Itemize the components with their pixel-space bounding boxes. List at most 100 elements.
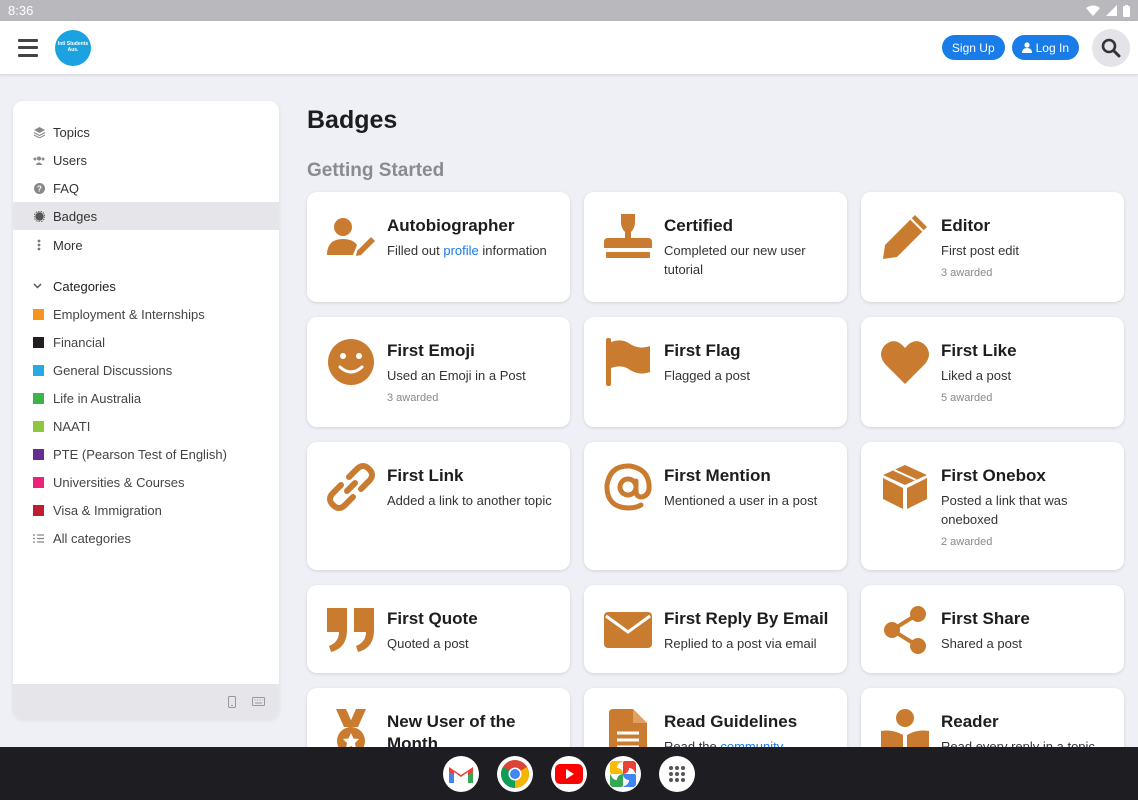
chevron-down-icon bbox=[33, 281, 45, 292]
badge-name: Autobiographer bbox=[387, 216, 515, 235]
all-categories-link[interactable]: All categories bbox=[13, 524, 279, 552]
category-color-swatch bbox=[33, 448, 44, 460]
sidebar-item-more[interactable]: More bbox=[13, 230, 279, 260]
badge-description: Used an Emoji in a Post bbox=[387, 368, 526, 383]
login-label: Log In bbox=[1035, 40, 1069, 55]
badge-description: First post edit bbox=[941, 243, 1020, 258]
badge-card-certified[interactable]: Certified Completed our new user tutoria… bbox=[584, 192, 847, 302]
youtube-icon[interactable] bbox=[551, 755, 587, 792]
badge-card-first-emoji[interactable]: First Emoji Used an Emoji in a Post 3 aw… bbox=[307, 317, 570, 427]
status-bar: 8:36 bbox=[0, 0, 1138, 21]
cube-icon bbox=[880, 462, 930, 512]
badge-card-first-like[interactable]: First Like Liked a post 5 awarded bbox=[861, 317, 1124, 427]
category-financial[interactable]: Financial bbox=[13, 328, 279, 356]
category-label: Financial bbox=[53, 334, 106, 350]
pencil-icon bbox=[880, 212, 930, 262]
category-color-swatch bbox=[33, 392, 44, 404]
badge-name: Editor bbox=[941, 216, 991, 235]
sidebar-item-users[interactable]: Users bbox=[13, 146, 279, 174]
sidebar-item-topics[interactable]: Topics bbox=[13, 118, 279, 146]
badge-card-first-reply-email[interactable]: First Reply By Email Replied to a post v… bbox=[584, 585, 847, 673]
kebab-icon bbox=[33, 239, 45, 251]
badge-name: First Like bbox=[941, 341, 1017, 360]
category-pte[interactable]: PTE (Pearson Test of English) bbox=[13, 440, 279, 468]
category-color-swatch bbox=[33, 476, 44, 488]
sidebar-item-label: Users bbox=[53, 152, 87, 168]
badge-description: Replied to a post via email bbox=[664, 636, 817, 651]
badge-description: Flagged a post bbox=[664, 368, 751, 383]
awarded-count: 5 awarded bbox=[941, 392, 993, 404]
badge-name: Read Guidelines bbox=[664, 712, 798, 731]
logo-text: Intl Students Aus. bbox=[57, 41, 89, 53]
all-categories-label: All categories bbox=[53, 530, 132, 546]
search-button[interactable] bbox=[1092, 28, 1130, 67]
category-color-swatch bbox=[33, 364, 44, 376]
badge-card-first-link[interactable]: First Link Added a link to another topic bbox=[307, 442, 570, 570]
awarded-count: 3 awarded bbox=[387, 392, 439, 404]
flag-icon bbox=[603, 337, 653, 387]
badge-card-first-share[interactable]: First Share Shared a post bbox=[861, 585, 1124, 673]
category-employment[interactable]: Employment & Internships bbox=[13, 300, 279, 328]
category-life-in-australia[interactable]: Life in Australia bbox=[13, 384, 279, 412]
gmail-icon[interactable] bbox=[443, 755, 479, 792]
badge-name: First Reply By Email bbox=[664, 609, 829, 628]
badge-name: First Share bbox=[941, 609, 1030, 628]
sidebar-footer bbox=[13, 684, 279, 719]
category-label: Visa & Immigration bbox=[53, 502, 162, 518]
sidebar-item-faq[interactable]: ? FAQ bbox=[13, 174, 279, 202]
badge-card-first-onebox[interactable]: First Onebox Posted a link that was oneb… bbox=[861, 442, 1124, 570]
badge-name: First Flag bbox=[664, 341, 741, 360]
system-icons bbox=[1086, 4, 1130, 17]
login-button[interactable]: Log In bbox=[1011, 35, 1079, 60]
badge-icon bbox=[33, 210, 45, 222]
sidebar-item-label: Topics bbox=[53, 124, 90, 140]
sidebar-item-badges[interactable]: Badges bbox=[13, 202, 279, 230]
badge-description: Completed our new user tutorial bbox=[664, 243, 806, 277]
badge-description: Filled out profile information bbox=[387, 243, 547, 258]
badge-name: First Link bbox=[387, 466, 464, 485]
categories-header[interactable]: Categories bbox=[13, 272, 279, 300]
category-label: Life in Australia bbox=[53, 390, 142, 406]
category-color-swatch bbox=[33, 336, 44, 348]
badge-card-editor[interactable]: Editor First post edit 3 awarded bbox=[861, 192, 1124, 302]
badge-description: Quoted a post bbox=[387, 636, 469, 651]
search-icon bbox=[1101, 38, 1121, 57]
category-label: General Discussions bbox=[53, 362, 173, 378]
category-color-swatch bbox=[33, 420, 44, 432]
sidebar-item-label: FAQ bbox=[53, 180, 80, 196]
badge-name: First Quote bbox=[387, 609, 478, 628]
site-header: Intl Students Aus. Sign Up Log In bbox=[0, 21, 1138, 75]
user-edit-icon bbox=[326, 212, 376, 262]
profile-link[interactable]: profile bbox=[443, 243, 478, 258]
link-icon bbox=[326, 462, 376, 512]
badge-card-first-flag[interactable]: First Flag Flagged a post bbox=[584, 317, 847, 427]
signup-label: Sign Up bbox=[951, 40, 995, 55]
wifi-icon bbox=[1086, 5, 1100, 16]
smiley-icon bbox=[326, 337, 376, 387]
category-naati[interactable]: NAATI bbox=[13, 412, 279, 440]
category-color-swatch bbox=[33, 308, 44, 320]
header-actions: Sign Up Log In bbox=[941, 28, 1130, 67]
category-label: Employment & Internships bbox=[53, 306, 205, 322]
keyboard-icon[interactable] bbox=[252, 697, 265, 706]
category-visa[interactable]: Visa & Immigration bbox=[13, 496, 279, 524]
awarded-count: 2 awarded bbox=[941, 536, 993, 548]
badge-card-first-quote[interactable]: First Quote Quoted a post bbox=[307, 585, 570, 673]
signup-button[interactable]: Sign Up bbox=[941, 35, 1005, 60]
mobile-icon[interactable] bbox=[228, 695, 236, 708]
users-icon bbox=[33, 156, 45, 165]
hamburger-menu-icon[interactable] bbox=[18, 38, 38, 57]
quote-icon bbox=[326, 605, 376, 655]
photos-icon[interactable] bbox=[605, 755, 641, 792]
site-logo[interactable]: Intl Students Aus. bbox=[55, 29, 91, 66]
app-drawer-icon[interactable] bbox=[659, 755, 695, 792]
badge-card-first-mention[interactable]: First Mention Mentioned a user in a post bbox=[584, 442, 847, 570]
share-icon bbox=[880, 605, 930, 655]
badge-description: Liked a post bbox=[941, 368, 1012, 383]
heart-icon bbox=[880, 337, 930, 387]
chrome-icon[interactable] bbox=[497, 755, 533, 792]
category-universities[interactable]: Universities & Courses bbox=[13, 468, 279, 496]
category-general-discussions[interactable]: General Discussions bbox=[13, 356, 279, 384]
badge-card-autobiographer[interactable]: Autobiographer Filled out profile inform… bbox=[307, 192, 570, 302]
sidebar-item-label: More bbox=[53, 237, 83, 253]
